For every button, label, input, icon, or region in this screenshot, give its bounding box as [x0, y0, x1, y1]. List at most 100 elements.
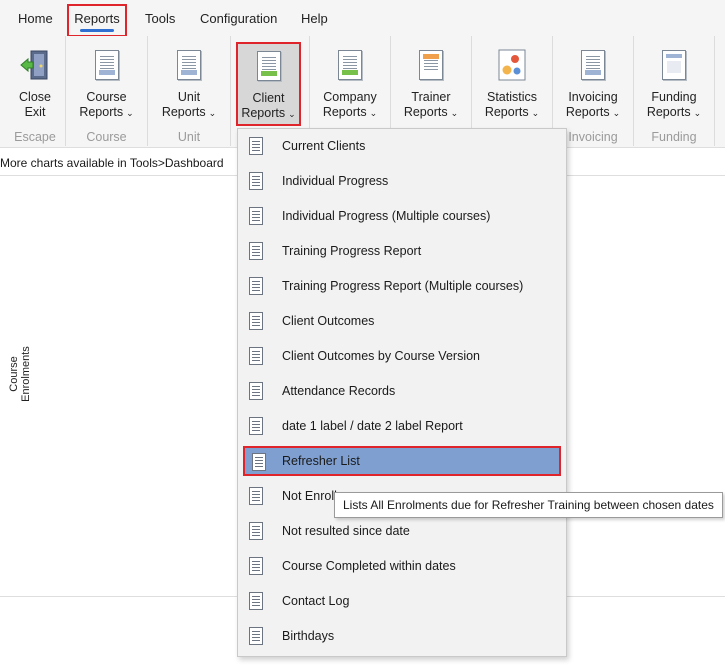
ribbon-group-funding: Funding Reports ⌄ Funding — [634, 36, 715, 146]
report-icon — [249, 487, 263, 505]
statistics-reports-label-2: Reports — [484, 105, 529, 119]
menu-item-training-progress-multiple[interactable]: Training Progress Report (Multiple cours… — [241, 271, 561, 301]
report-icon — [249, 347, 263, 365]
menu-item-birthdays[interactable]: Birthdays — [241, 621, 561, 651]
report-icon — [91, 48, 123, 82]
trainer-reports-button[interactable]: Trainer Reports ⌄ — [391, 36, 471, 126]
report-icon — [249, 627, 263, 645]
chevron-down-icon: ⌄ — [693, 108, 702, 118]
tab-tools[interactable]: Tools — [145, 11, 175, 26]
exit-door-icon — [19, 48, 51, 82]
report-orange-icon — [415, 48, 447, 82]
menu-item-label: Contact Log — [282, 594, 350, 608]
dashboard-info-text: More charts available in Tools>Dashboard — [0, 156, 224, 170]
ribbon-group-course: Course Reports ⌄ Course — [66, 36, 148, 146]
trainer-reports-label-2: Reports — [403, 105, 448, 119]
report-icon — [249, 207, 263, 225]
tab-reports[interactable]: Reports — [67, 4, 127, 37]
report-icon — [249, 277, 263, 295]
report-icon — [249, 312, 263, 330]
menu-item-label: Individual Progress — [282, 174, 389, 188]
report-icon — [249, 592, 263, 610]
report-icon — [249, 242, 263, 260]
menu-item-label: Not resulted since date — [282, 524, 410, 538]
company-reports-label-1: Company — [323, 90, 377, 104]
report-icon — [173, 48, 205, 82]
client-reports-label-2-wrap: Reports ⌄ — [238, 106, 299, 120]
group-caption-funding: Funding — [651, 130, 697, 144]
chevron-down-icon: ⌄ — [612, 108, 621, 118]
menu-item-label: Individual Progress (Multiple courses) — [282, 209, 491, 223]
tab-help[interactable]: Help — [301, 11, 328, 26]
menu-item-label: Not Enroll — [282, 489, 337, 503]
report-green-icon — [334, 48, 366, 82]
report-icon — [249, 172, 263, 190]
ribbon-group-unit: Unit Reports ⌄ Unit — [148, 36, 231, 146]
funding-reports-button[interactable]: Funding Reports ⌄ — [634, 36, 714, 126]
close-exit-button[interactable]: Close Exit — [5, 36, 65, 126]
menu-item-client-outcomes[interactable]: Client Outcomes — [241, 306, 561, 336]
unit-reports-label-1: Unit — [177, 90, 201, 104]
menu-item-label: Course Completed within dates — [282, 559, 456, 573]
group-caption-course: Course — [86, 130, 127, 144]
menu-item-individual-progress-multiple[interactable]: Individual Progress (Multiple courses) — [241, 201, 561, 231]
report-icon — [249, 137, 263, 155]
menu-item-label: Attendance Records — [282, 384, 396, 398]
chevron-down-icon: ⌄ — [208, 108, 217, 118]
invoicing-reports-label-1: Invoicing — [568, 90, 618, 104]
menu-item-attendance-records[interactable]: Attendance Records — [241, 376, 561, 406]
invoicing-reports-button[interactable]: Invoicing Reports ⌄ — [553, 36, 633, 126]
tab-configuration[interactable]: Configuration — [200, 11, 277, 26]
trainer-reports-label-1: Trainer — [411, 90, 451, 104]
report-icon — [249, 522, 263, 540]
client-reports-button[interactable]: Client Reports ⌄ — [236, 42, 301, 126]
menu-item-date-label-report[interactable]: date 1 label / date 2 label Report — [241, 411, 561, 441]
group-caption-escape: Escape — [14, 130, 56, 144]
refresher-list-tooltip: Lists All Enrolments due for Refresher T… — [334, 492, 723, 518]
statistics-reports-button[interactable]: Statistics Reports ⌄ — [472, 36, 552, 126]
tab-home[interactable]: Home — [18, 11, 53, 26]
client-reports-label-2: Reports — [241, 106, 286, 120]
report-icon — [577, 48, 609, 82]
menu-item-label: Client Outcomes — [282, 314, 375, 328]
invoicing-reports-label-2-wrap: Reports ⌄ — [553, 105, 633, 119]
statistics-icon — [496, 48, 528, 82]
menu-item-not-resulted[interactable]: Not resulted since date — [241, 516, 561, 546]
group-caption-unit: Unit — [177, 130, 201, 144]
menu-item-label: date 1 label / date 2 label Report — [282, 419, 463, 433]
report-icon — [249, 557, 263, 575]
menu-item-label: Birthdays — [282, 629, 335, 643]
client-reports-label-1: Client — [252, 91, 285, 105]
funding-reports-label-1: Funding — [651, 90, 697, 104]
chevron-down-icon: ⌄ — [369, 108, 378, 118]
report-green-icon — [253, 49, 285, 83]
chevron-down-icon: ⌄ — [450, 108, 459, 118]
funding-reports-label-2-wrap: Reports ⌄ — [634, 105, 714, 119]
chevron-down-icon: ⌄ — [531, 108, 540, 118]
unit-reports-button[interactable]: Unit Reports ⌄ — [148, 36, 230, 126]
menu-item-individual-progress[interactable]: Individual Progress — [241, 166, 561, 196]
unit-reports-label-2: Reports — [161, 105, 206, 119]
unit-reports-label-2-wrap: Reports ⌄ — [148, 105, 230, 119]
course-reports-button[interactable]: Course Reports ⌄ — [66, 36, 147, 126]
company-reports-label-2: Reports — [322, 105, 367, 119]
menu-item-course-completed[interactable]: Course Completed within dates — [241, 551, 561, 581]
chevron-down-icon: ⌄ — [126, 108, 134, 118]
company-reports-label-2-wrap: Reports ⌄ — [310, 105, 390, 119]
menu-item-label: Training Progress Report (Multiple cours… — [282, 279, 524, 293]
menu-item-contact-log[interactable]: Contact Log — [241, 586, 561, 616]
statistics-reports-label-2-wrap: Reports ⌄ — [472, 105, 552, 119]
menu-item-refresher-list[interactable]: Refresher List — [243, 446, 561, 476]
menu-item-client-outcomes-by-version[interactable]: Client Outcomes by Course Version — [241, 341, 561, 371]
menu-item-current-clients[interactable]: Current Clients — [241, 131, 561, 161]
report-icon — [249, 382, 263, 400]
company-reports-button[interactable]: Company Reports ⌄ — [310, 36, 390, 126]
menu-bar: Home Reports Tools Configuration Help — [0, 0, 725, 37]
close-exit-label-1: Close — [19, 90, 51, 104]
menu-item-label: Current Clients — [282, 139, 366, 153]
statistics-reports-label-1: Statistics — [486, 90, 537, 104]
invoicing-reports-label-2: Reports — [565, 105, 610, 119]
menu-item-label: Training Progress Report — [282, 244, 422, 258]
close-exit-label-2: Exit — [24, 105, 46, 119]
menu-item-training-progress-report[interactable]: Training Progress Report — [241, 236, 561, 266]
